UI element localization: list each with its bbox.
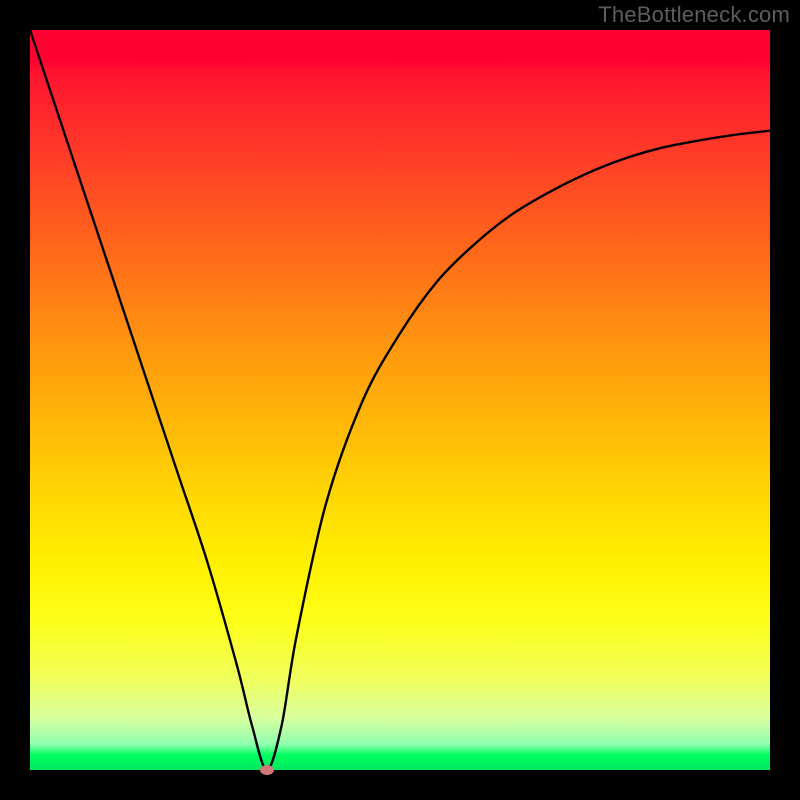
watermark-text: TheBottleneck.com bbox=[598, 2, 790, 28]
minimum-marker bbox=[260, 765, 274, 775]
bottleneck-curve bbox=[30, 30, 770, 770]
chart-stage: TheBottleneck.com bbox=[0, 0, 800, 800]
plot-area bbox=[30, 30, 770, 770]
